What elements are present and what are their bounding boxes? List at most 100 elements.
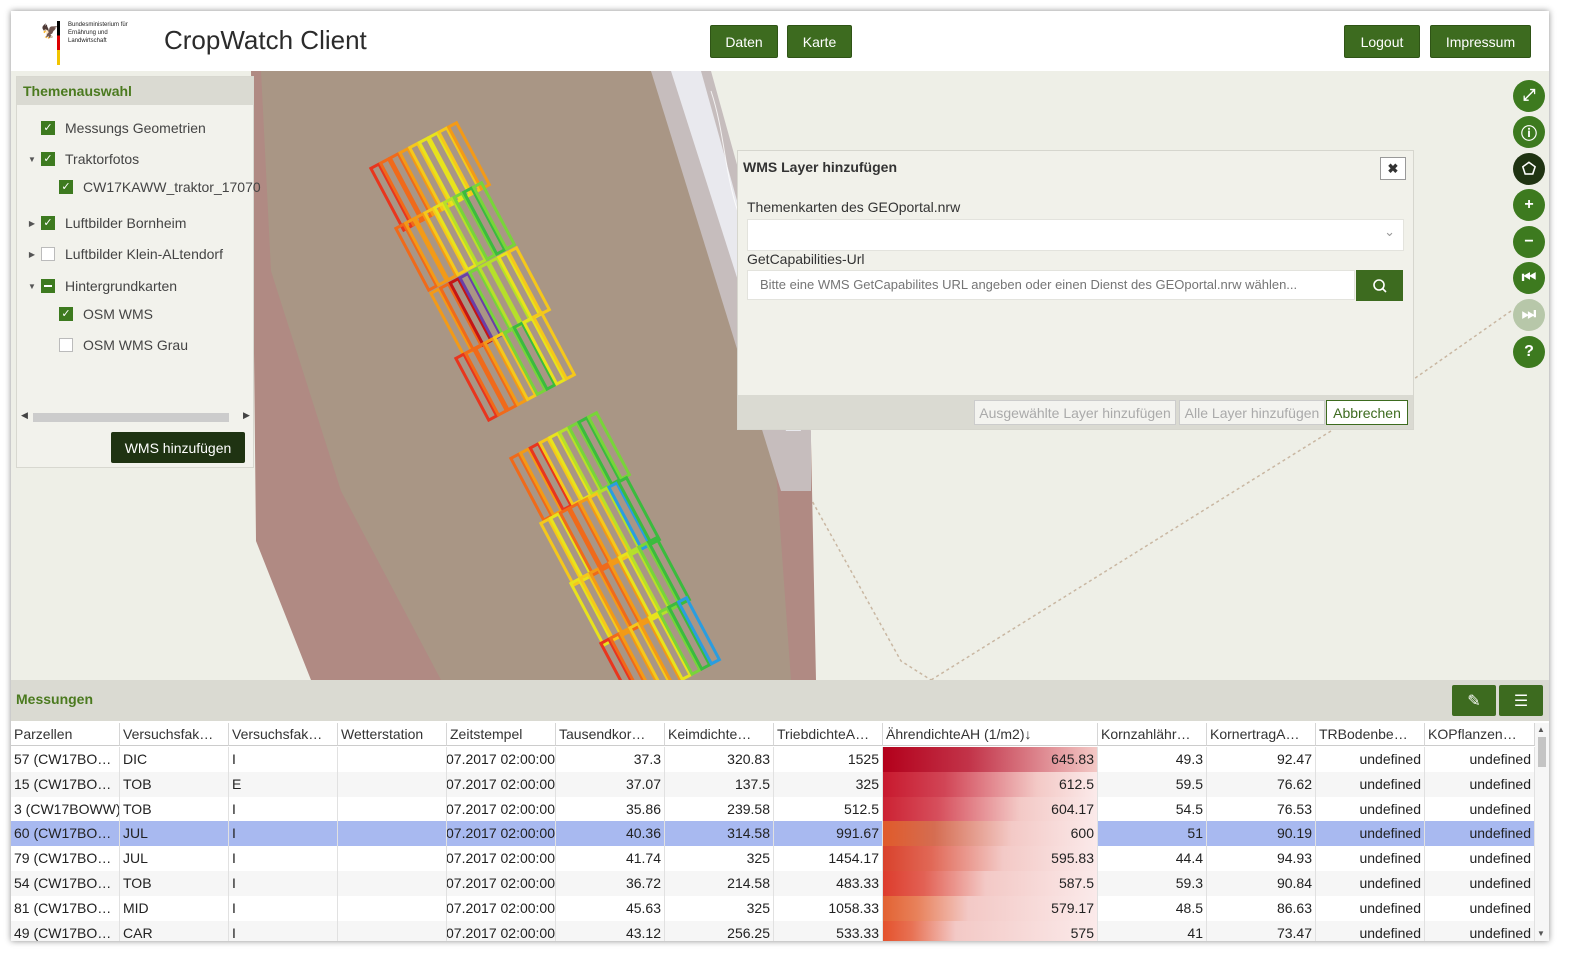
table-cell[interactable]: 59.3 <box>1098 871 1207 896</box>
table-cell[interactable]: 48.5 <box>1098 895 1207 921</box>
table-cell[interactable]: TOB <box>120 796 229 822</box>
table-cell[interactable]: 40.36 <box>556 821 665 847</box>
table-cell[interactable]: 07.2017 02:00:00 <box>447 796 556 822</box>
table-cell[interactable]: 37.3 <box>556 747 665 772</box>
column-header[interactable]: Parzellen <box>11 723 120 746</box>
table-cell[interactable]: undefined <box>1316 747 1425 772</box>
table-cell[interactable]: 43.12 <box>556 920 665 941</box>
table-cell[interactable]: I <box>229 895 338 921</box>
table-cell[interactable]: CAR <box>120 920 229 941</box>
table-cell[interactable]: 325 <box>774 771 883 797</box>
table-cell[interactable]: undefined <box>1316 895 1425 921</box>
table-row[interactable]: 81 (CW17BO… MID I 07.2017 02:00:00 45.63 325 1… <box>11 895 1535 921</box>
table-cell[interactable]: TOB <box>120 771 229 797</box>
column-header[interactable]: ÄhrendichteAH (1/m2)↓ <box>883 723 1098 746</box>
table-cell[interactable]: I <box>229 747 338 772</box>
table-cell[interactable]: 579.17 <box>883 895 1098 921</box>
layer-tree-item[interactable]: ✓ OSM WMS <box>23 303 153 325</box>
table-cell[interactable]: 512.5 <box>774 796 883 822</box>
column-header[interactable]: KOPflanzen… <box>1425 723 1535 746</box>
caret-down-icon[interactable]: ▼ <box>23 282 41 291</box>
capabilities-url-input[interactable] <box>747 270 1355 300</box>
table-cell[interactable]: 07.2017 02:00:00 <box>447 821 556 847</box>
zoom-in-icon[interactable]: + <box>1513 189 1545 221</box>
table-cell[interactable]: 54.5 <box>1098 796 1207 822</box>
karte-button[interactable]: Karte <box>787 25 852 58</box>
info-icon[interactable]: ⓘ <box>1513 116 1545 148</box>
scroll-thumb[interactable] <box>1538 737 1546 767</box>
table-cell[interactable]: 256.25 <box>665 920 774 941</box>
table-cell[interactable]: 325 <box>665 846 774 872</box>
table-cell[interactable]: 575 <box>883 920 1098 941</box>
wms-add-button[interactable]: WMS hinzufügen <box>111 432 245 463</box>
table-cell[interactable]: TOB <box>120 871 229 896</box>
table-cell[interactable]: 86.63 <box>1207 895 1316 921</box>
table-cell[interactable] <box>338 920 447 941</box>
table-cell[interactable]: 51 <box>1098 821 1207 847</box>
caret-right-icon[interactable]: ▶ <box>23 219 41 228</box>
layer-checkbox[interactable]: ✓ <box>41 152 55 166</box>
cancel-button[interactable]: Abbrechen <box>1326 400 1408 425</box>
table-cell[interactable]: 137.5 <box>665 771 774 797</box>
scroll-down-icon[interactable]: ▼ <box>1537 929 1545 938</box>
caret-down-icon[interactable]: ▼ <box>23 155 41 164</box>
zoom-out-icon[interactable]: − <box>1513 226 1545 258</box>
table-cell[interactable]: 325 <box>665 895 774 921</box>
table-cell[interactable]: undefined <box>1425 771 1535 797</box>
table-row[interactable]: 79 (CW17BO… JUL I 07.2017 02:00:00 41.74 325 1… <box>11 846 1535 872</box>
table-cell[interactable]: JUL <box>120 821 229 847</box>
table-row[interactable]: 54 (CW17BO… TOB I 07.2017 02:00:00 36.72 214.… <box>11 871 1535 896</box>
table-cell[interactable] <box>338 821 447 847</box>
table-cell[interactable]: 239.58 <box>665 796 774 822</box>
table-cell[interactable]: undefined <box>1425 920 1535 941</box>
table-cell[interactable]: 1454.17 <box>774 846 883 872</box>
add-selected-layers-button[interactable]: Ausgewählte Layer hinzufügen <box>974 400 1176 425</box>
table-cell[interactable]: I <box>229 846 338 872</box>
table-cell[interactable]: 314.58 <box>665 821 774 847</box>
column-header[interactable]: Versuchsfak… <box>229 723 338 746</box>
table-cell[interactable]: 57 (CW17BO… <box>11 747 120 772</box>
table-row[interactable]: 60 (CW17BO… JUL I 07.2017 02:00:00 40.36 314.… <box>11 821 1535 847</box>
table-cell[interactable]: 41 <box>1098 920 1207 941</box>
table-cell[interactable]: 90.84 <box>1207 871 1316 896</box>
horizontal-scrollbar[interactable]: ◀ ▶ <box>21 410 250 422</box>
table-cell[interactable]: 79 (CW17BO… <box>11 846 120 872</box>
fullscreen-icon[interactable]: ⤢ <box>1513 80 1545 112</box>
scroll-left-icon[interactable]: ◀ <box>21 410 28 421</box>
table-cell[interactable]: 645.83 <box>883 747 1098 772</box>
table-cell[interactable]: 1525 <box>774 747 883 772</box>
table-cell[interactable]: undefined <box>1425 895 1535 921</box>
table-cell[interactable]: 1058.33 <box>774 895 883 921</box>
impressum-button[interactable]: Impressum <box>1430 25 1531 58</box>
table-cell[interactable]: 483.33 <box>774 871 883 896</box>
lasso-icon[interactable]: ⬠ <box>1513 153 1545 185</box>
table-row[interactable]: 15 (CW17BO… TOB E 07.2017 02:00:00 37.07 137.… <box>11 771 1535 797</box>
history-back-icon[interactable]: ⏮ <box>1513 262 1545 294</box>
table-cell[interactable]: undefined <box>1425 846 1535 872</box>
table-cell[interactable]: 92.47 <box>1207 747 1316 772</box>
table-cell[interactable]: 45.63 <box>556 895 665 921</box>
layer-checkbox[interactable] <box>41 279 55 293</box>
column-header[interactable]: KornertragA… <box>1207 723 1316 746</box>
menu-icon[interactable]: ☰ <box>1499 685 1543 716</box>
table-cell[interactable]: 600 <box>883 821 1098 847</box>
table-cell[interactable]: I <box>229 920 338 941</box>
chevron-down-icon[interactable]: ⌄ <box>1384 224 1395 240</box>
table-cell[interactable]: 214.58 <box>665 871 774 896</box>
table-cell[interactable]: I <box>229 821 338 847</box>
table-cell[interactable]: 81 (CW17BO… <box>11 895 120 921</box>
table-cell[interactable]: 587.5 <box>883 871 1098 896</box>
table-cell[interactable]: 76.62 <box>1207 771 1316 797</box>
table-cell[interactable]: 991.67 <box>774 821 883 847</box>
column-header[interactable]: Kornzahlähr… <box>1098 723 1207 746</box>
layer-checkbox[interactable] <box>59 338 73 352</box>
table-row[interactable]: 49 (CW17BO… CAR I 07.2017 02:00:00 43.12 256.… <box>11 920 1535 941</box>
table-cell[interactable]: 07.2017 02:00:00 <box>447 920 556 941</box>
table-cell[interactable]: 604.17 <box>883 796 1098 822</box>
table-cell[interactable] <box>338 796 447 822</box>
geoportal-select[interactable]: ⌄ <box>747 219 1404 251</box>
layer-checkbox[interactable]: ✓ <box>41 121 55 135</box>
brush-icon[interactable]: ✎ <box>1452 685 1496 716</box>
daten-button[interactable]: Daten <box>710 25 778 58</box>
column-header[interactable]: Keimdichte… <box>665 723 774 746</box>
